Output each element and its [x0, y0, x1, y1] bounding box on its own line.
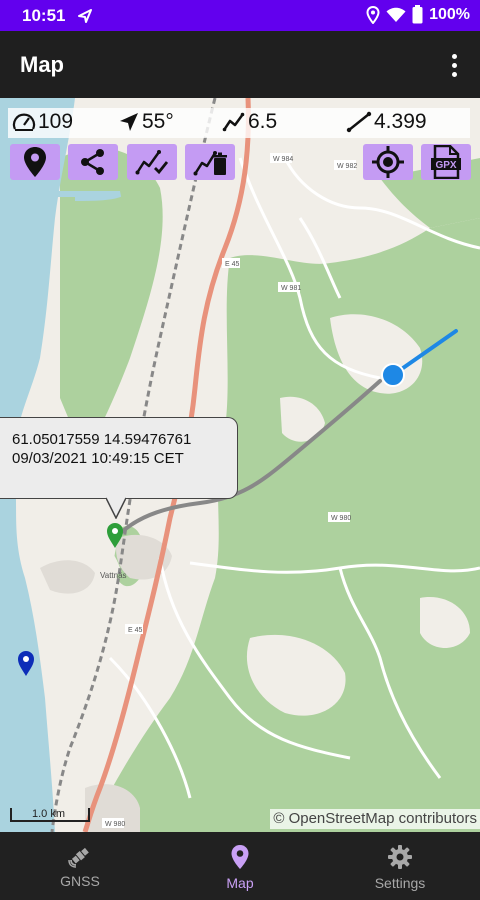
map-pin-icon	[231, 845, 249, 869]
center-location-button[interactable]	[363, 144, 413, 180]
distance-stat: 4.399	[346, 110, 427, 134]
wifi-icon	[386, 7, 406, 22]
track-check-icon	[135, 150, 169, 175]
speedometer-icon	[12, 113, 36, 131]
road-label: E 45	[225, 261, 240, 268]
road-label: W 980	[105, 821, 125, 828]
road-label: W 981	[281, 285, 301, 292]
scale-label: 1.0 km	[32, 808, 66, 820]
share-icon	[81, 149, 104, 175]
navigation-arrow-icon	[120, 113, 138, 131]
slope-stat: 6.5	[222, 110, 277, 134]
track-delete-icon	[193, 151, 227, 176]
nav-item-map[interactable]: Map	[160, 832, 320, 900]
road-label: W 984	[273, 156, 293, 163]
add-marker-button[interactable]	[10, 144, 60, 180]
location-icon	[366, 5, 380, 24]
location-arrow-icon	[78, 9, 92, 23]
speed-value: 109	[38, 110, 74, 133]
save-track-button[interactable]	[127, 144, 177, 180]
track-stats-bar: 109 55° 6.5 4.399	[8, 108, 470, 138]
town-label: Vattnäs	[100, 571, 127, 580]
location-pin-icon	[24, 147, 46, 177]
bottom-navigation: GNSS Map Settings	[0, 832, 480, 900]
slope-value: 6.5	[248, 110, 278, 133]
bearing-stat: 55°	[118, 110, 174, 134]
nav-item-settings[interactable]: Settings	[320, 832, 480, 900]
status-time: 10:51	[22, 6, 66, 25]
nav-label-gnss: GNSS	[60, 873, 100, 889]
gpx-file-icon: GPX	[431, 145, 461, 179]
popup-coordinates: 61.05017559 14.59476761	[12, 431, 192, 448]
slope-icon	[222, 112, 245, 132]
location-info-popup[interactable]: 61.05017559 14.59476761 09/03/2021 10:49…	[0, 417, 238, 499]
page-title: Map	[20, 52, 64, 77]
satellite-icon	[68, 847, 89, 868]
road-label: E 45	[128, 627, 143, 634]
current-position-marker[interactable]	[381, 363, 405, 387]
road-label: W 982	[337, 163, 357, 170]
distance-value: 4.399	[374, 110, 427, 133]
distance-icon	[346, 111, 372, 133]
share-button[interactable]	[68, 144, 118, 180]
popup-pointer	[106, 497, 126, 519]
overflow-menu-icon[interactable]	[442, 51, 466, 79]
speed-stat: 109	[12, 110, 73, 134]
map-attribution[interactable]: © OpenStreetMap contributors	[270, 809, 480, 829]
bearing-value: 55°	[142, 110, 174, 133]
road-label: W 980	[331, 515, 351, 522]
export-gpx-button[interactable]: GPX	[421, 144, 471, 180]
app-bar: Map	[0, 31, 480, 98]
svg-text:GPX: GPX	[435, 160, 456, 171]
battery-level: 100%	[429, 5, 470, 23]
status-bar: 10:51 100%	[0, 0, 480, 31]
delete-track-button[interactable]	[185, 144, 235, 180]
battery-icon	[412, 5, 423, 24]
nav-item-gnss[interactable]: GNSS	[0, 832, 160, 900]
gps-target-icon	[372, 146, 404, 178]
status-icons: 100%	[366, 5, 470, 24]
nav-label-map: Map	[226, 875, 254, 891]
nav-label-settings: Settings	[374, 875, 426, 891]
popup-datetime: 09/03/2021 10:49:15 CET	[12, 450, 184, 467]
gear-icon	[388, 845, 412, 869]
